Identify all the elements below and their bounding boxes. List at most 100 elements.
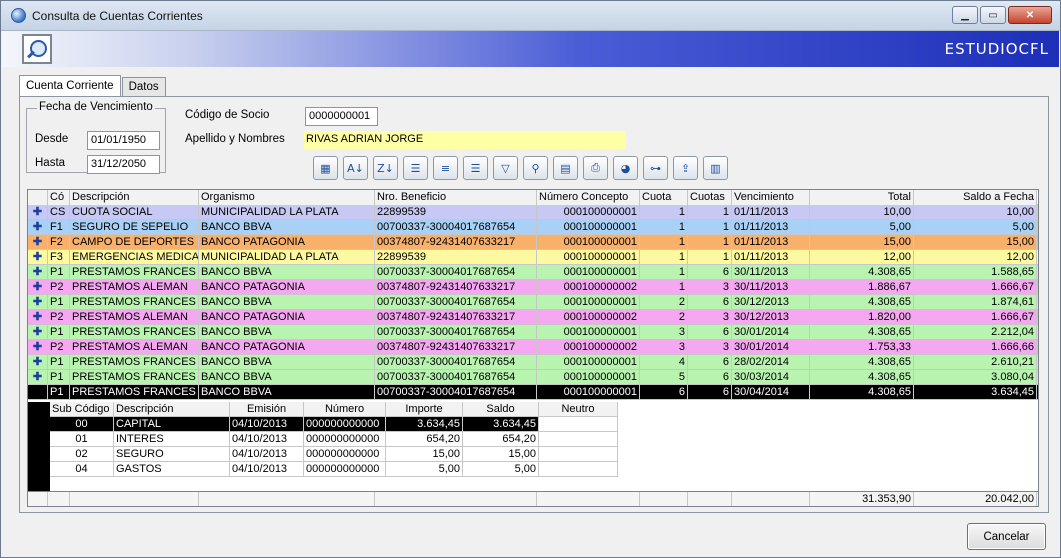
expand-row-icon[interactable] — [28, 385, 48, 400]
column-header[interactable]: Có — [48, 190, 70, 205]
grid-cell: 6 — [640, 385, 688, 400]
codigo-socio-field[interactable]: 0000000001 — [305, 107, 378, 126]
calculator-icon[interactable]: ▦ — [313, 156, 338, 180]
grid-cell: 3 — [688, 310, 732, 325]
grid-cell: 3 — [640, 325, 688, 340]
hasta-field[interactable]: 31/12/2050 — [87, 155, 160, 174]
maximize-button[interactable]: ▭ — [980, 6, 1006, 24]
grid-cell: 000100000001 — [537, 370, 640, 385]
detail-column-header[interactable]: Importe — [386, 402, 463, 417]
detail-column-header[interactable]: Descripción — [114, 402, 230, 417]
desde-field[interactable]: 01/01/1950 — [87, 131, 160, 150]
expand-row-icon[interactable]: ✚ — [28, 355, 48, 370]
grid-cell: 30/12/2013 — [732, 310, 810, 325]
column-header[interactable]: Saldo a Fecha — [914, 190, 1037, 205]
column-header[interactable]: Total — [810, 190, 914, 205]
grid-cell: 22899539 — [375, 250, 537, 265]
column-header[interactable]: Vencimiento — [732, 190, 810, 205]
table-row[interactable]: ✚ CS CUOTA SOCIAL MUNICIPALIDAD LA PLATA 228… — [28, 205, 1038, 220]
color-palette-icon[interactable]: ◕ — [613, 156, 638, 180]
grid-cell: 1 — [640, 250, 688, 265]
grid-cell: 2.610,21 — [914, 355, 1037, 370]
detail-column-header[interactable]: Neutro — [539, 402, 618, 417]
table-row[interactable]: ✚ P1 PRESTAMOS FRANCES BANCO BBVA 00700337-3… — [28, 370, 1038, 385]
expand-row-icon[interactable]: ✚ — [28, 265, 48, 280]
grid-cell: 2 — [640, 310, 688, 325]
column-header[interactable]: Descripción — [70, 190, 199, 205]
expand-row-icon[interactable]: ✚ — [28, 220, 48, 235]
filter-icon[interactable]: ▽ — [493, 156, 518, 180]
expand-row-icon[interactable]: ✚ — [28, 250, 48, 265]
export-icon[interactable]: ⇪ — [673, 156, 698, 180]
accounts-grid[interactable]: Có Descripción Organismo Nro. Beneficio Núme… — [27, 189, 1039, 507]
minimize-button[interactable]: ▁ — [952, 6, 978, 24]
align-right-icon[interactable]: ☰ — [463, 156, 488, 180]
grid-cell: 1 — [640, 265, 688, 280]
grid-cell: 1 — [688, 250, 732, 265]
table-row-selected[interactable]: P1 PRESTAMOS FRANCES BANCO BBVA 00700337-30… — [28, 385, 1038, 400]
expand-row-icon[interactable]: ✚ — [28, 310, 48, 325]
main-window: Consulta de Cuentas Corrientes ▁ ▭ ✕ EST… — [0, 0, 1061, 558]
column-header[interactable]: Organismo — [199, 190, 375, 205]
expand-row-icon[interactable]: ✚ — [28, 235, 48, 250]
table-row[interactable]: ✚ F1 SEGURO DE SEPELIO BANCO BBVA 00700337-3… — [28, 220, 1038, 235]
close-button[interactable]: ✕ — [1008, 6, 1052, 24]
detail-row[interactable]: 01 INTERES 04/10/2013 000000000000 654,20 654… — [50, 432, 622, 447]
detail-cell: 15,00 — [386, 447, 463, 462]
expand-row-icon[interactable]: ✚ — [28, 370, 48, 385]
chart-icon[interactable]: ▥ — [703, 156, 728, 180]
excel-export-icon[interactable]: ▤ — [553, 156, 578, 180]
table-row[interactable]: ✚ P2 PRESTAMOS ALEMAN BANCO PATAGONIA 003748… — [28, 340, 1038, 355]
tab-strip: Cuenta Corriente Datos — [19, 75, 167, 97]
column-header[interactable]: Cuotas — [688, 190, 732, 205]
table-row[interactable]: ✚ P2 PRESTAMOS ALEMAN BANCO PATAGONIA 003748… — [28, 280, 1038, 295]
expand-row-icon[interactable]: ✚ — [28, 280, 48, 295]
tab-datos[interactable]: Datos — [121, 77, 166, 97]
find-icon[interactable]: ⚲ — [523, 156, 548, 180]
detail-row[interactable]: 04 GASTOS 04/10/2013 000000000000 5,00 5,00 — [50, 462, 622, 477]
totals-cell — [640, 492, 688, 506]
detail-column-header[interactable]: Saldo — [463, 402, 539, 417]
detail-cell: 000000000000 — [304, 447, 386, 462]
detail-row[interactable]: 02 SEGURO 04/10/2013 000000000000 15,00 15,00 — [50, 447, 622, 462]
table-row[interactable]: ✚ P2 PRESTAMOS ALEMAN BANCO PATAGONIA 003748… — [28, 310, 1038, 325]
totals-cell — [688, 492, 732, 506]
grid-cell: 1 — [640, 280, 688, 295]
grid-cell: 000100000001 — [537, 220, 640, 235]
expand-row-icon[interactable]: ✚ — [28, 325, 48, 340]
detail-cell — [539, 432, 618, 447]
table-row[interactable]: ✚ P1 PRESTAMOS FRANCES BANCO BBVA 00700337-3… — [28, 265, 1038, 280]
detail-column-header[interactable]: Sub Código — [50, 402, 114, 417]
grid-cell: 6 — [688, 370, 732, 385]
table-row[interactable]: ✚ P1 PRESTAMOS FRANCES BANCO BBVA 00700337-3… — [28, 295, 1038, 310]
grid-cell: 2.212,04 — [914, 325, 1037, 340]
tree-expand-icon[interactable]: ⊶ — [643, 156, 668, 180]
cancel-button[interactable]: Cancelar — [967, 523, 1046, 550]
detail-row-selected[interactable]: 00 CAPITAL 04/10/2013 000000000000 3.634,45 3… — [50, 417, 622, 432]
expand-row-icon[interactable]: ✚ — [28, 340, 48, 355]
table-row[interactable]: ✚ F3 EMERGENCIAS MEDICAS MUNICIPALIDAD LA P… — [28, 250, 1038, 265]
table-row[interactable]: ✚ F2 CAMPO DE DEPORTES BANCO PATAGONIA 00374… — [28, 235, 1038, 250]
detail-cell: 04 — [50, 462, 114, 477]
sort-ascending-icon[interactable]: A↓ — [343, 156, 368, 180]
table-row[interactable]: ✚ P1 PRESTAMOS FRANCES BANCO BBVA 00700337-3… — [28, 325, 1038, 340]
sort-descending-icon[interactable]: Z↓ — [373, 156, 398, 180]
print-icon[interactable]: ⎙ — [583, 156, 608, 180]
column-header[interactable]: Número Concepto — [537, 190, 640, 205]
align-center-icon[interactable]: ≡ — [433, 156, 458, 180]
column-header[interactable]: Nro. Beneficio — [375, 190, 537, 205]
tab-cuenta-corriente[interactable]: Cuenta Corriente — [19, 75, 121, 97]
expand-row-icon[interactable]: ✚ — [28, 295, 48, 310]
expand-row-icon[interactable]: ✚ — [28, 205, 48, 220]
column-header[interactable]: Cuota — [640, 190, 688, 205]
totals-cell — [70, 492, 199, 506]
desde-label: Desde — [35, 133, 69, 145]
detail-column-header[interactable]: Número — [304, 402, 386, 417]
detail-column-header[interactable]: Emisión — [230, 402, 304, 417]
table-row[interactable]: ✚ P1 PRESTAMOS FRANCES BANCO BBVA 00700337-3… — [28, 355, 1038, 370]
grid-cell: F3 — [48, 250, 70, 265]
detail-grid[interactable]: Sub Código Descripción Emisión Número Import… — [50, 402, 622, 480]
grid-cell: 01/11/2013 — [732, 205, 810, 220]
grid-cell: 000100000001 — [537, 250, 640, 265]
align-left-icon[interactable]: ☰ — [403, 156, 428, 180]
